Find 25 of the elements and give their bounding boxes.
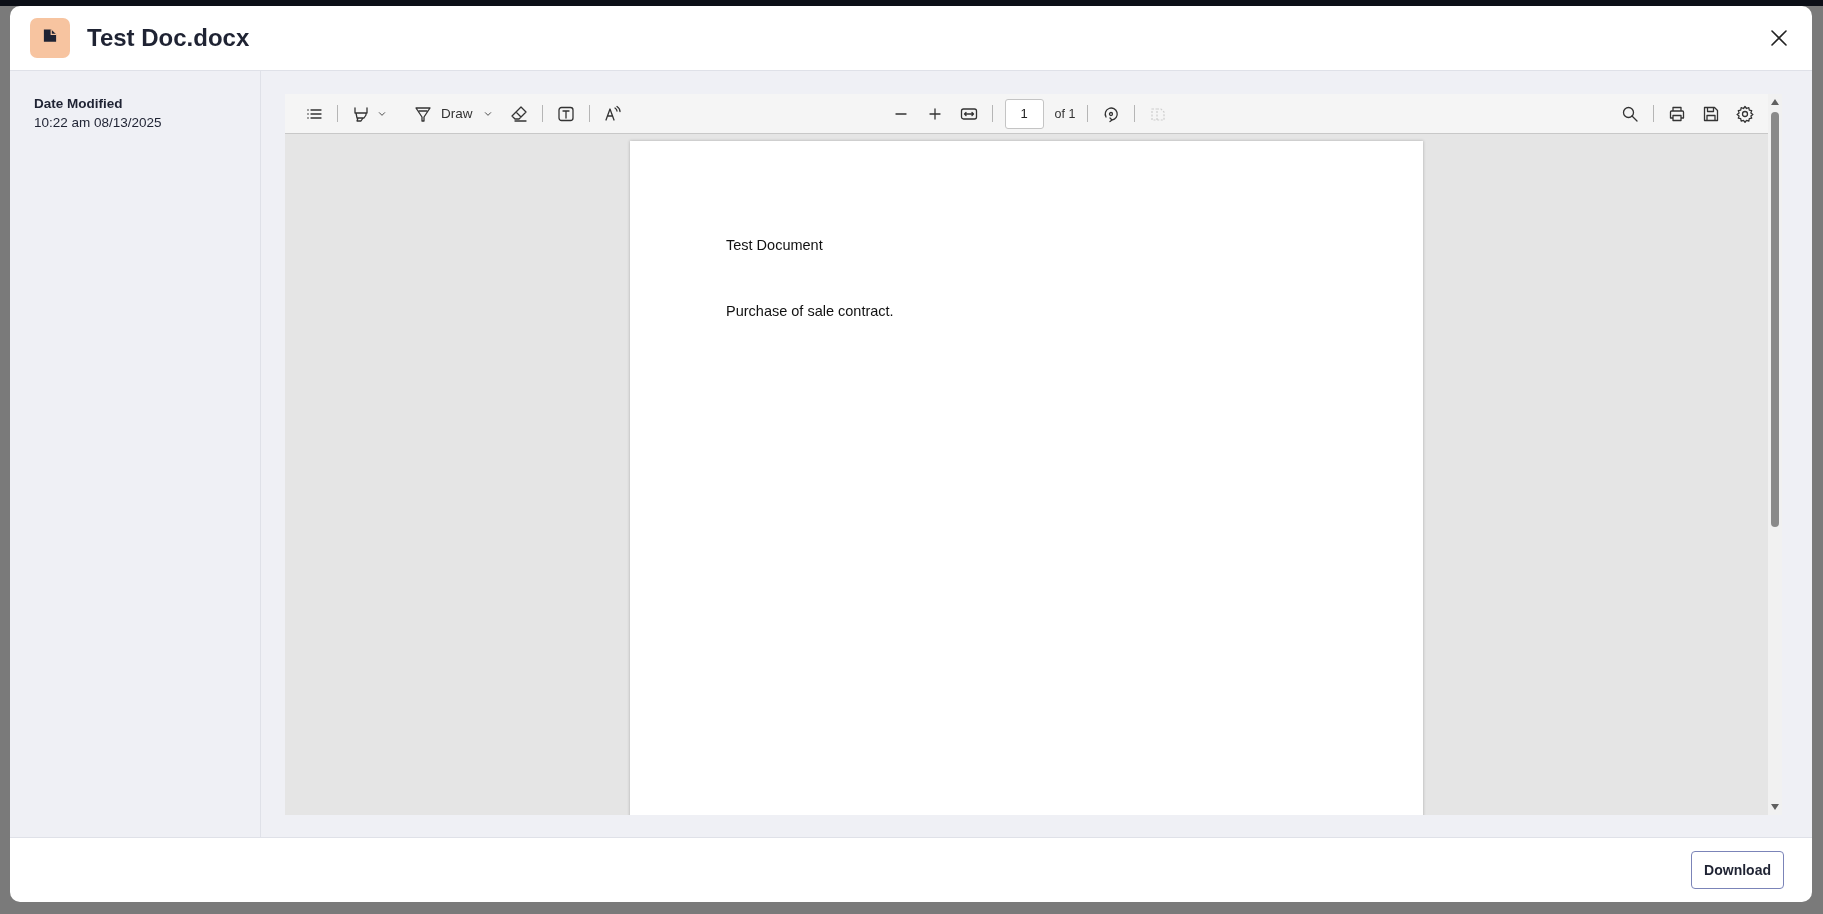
read-aloud-icon[interactable] <box>603 104 622 123</box>
download-button[interactable]: Download <box>1691 851 1784 889</box>
settings-icon[interactable] <box>1736 104 1754 123</box>
draw-dropdown[interactable]: Draw <box>414 103 494 124</box>
detail-value: 10:22 am 08/13/2025 <box>34 115 163 130</box>
pen-icon <box>414 104 432 123</box>
page-number-field[interactable]: 1 <box>1004 98 1044 129</box>
search-icon[interactable] <box>1621 104 1639 123</box>
document-text: Test Document <box>726 237 824 253</box>
page-count: of 1 <box>1054 106 1076 121</box>
scroll-down-icon[interactable] <box>1770 803 1780 811</box>
close-icon[interactable] <box>1770 29 1788 47</box>
print-icon[interactable] <box>1668 104 1686 123</box>
scrollbar[interactable] <box>1768 94 1782 815</box>
text-box-icon[interactable] <box>556 104 575 123</box>
doc-file-icon <box>30 18 70 58</box>
rotate-icon[interactable] <box>1102 104 1121 123</box>
scroll-up-icon[interactable] <box>1770 98 1780 106</box>
dialog-title: Test Doc.docx <box>87 24 251 52</box>
save-icon[interactable] <box>1702 104 1720 123</box>
detail-label: Date Modified <box>34 96 124 111</box>
document-text: Purchase of sale contract. <box>726 303 895 319</box>
draw-label: Draw <box>441 106 473 121</box>
scrollbar-thumb[interactable] <box>1771 112 1779 527</box>
eraser-icon[interactable] <box>509 104 528 123</box>
